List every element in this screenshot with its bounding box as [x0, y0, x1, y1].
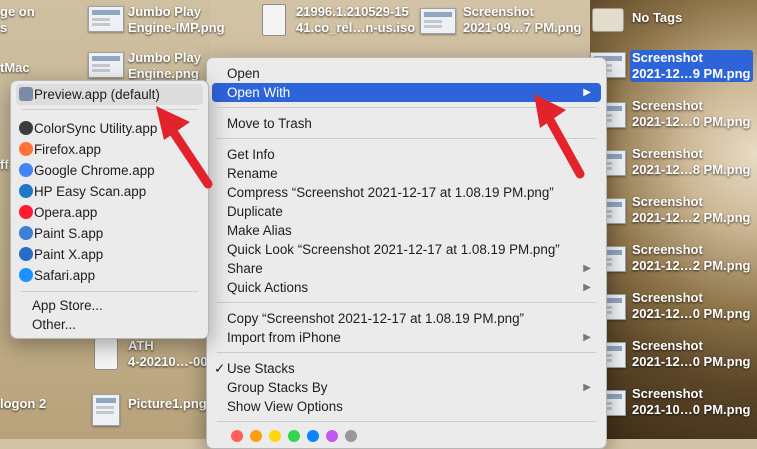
desktop-item-label[interactable]: No Tags: [632, 10, 682, 26]
submenu-item-app[interactable]: Safari.app: [16, 265, 203, 286]
desktop-item-label[interactable]: Screenshot 2021-09…7 PM.png: [463, 4, 582, 36]
desktop-item-label[interactable]: 21996.1.210529-15 41.co_rel…n-us.iso: [296, 4, 415, 36]
chevron-right-icon: ▶: [583, 382, 591, 393]
preview-icon: [19, 87, 33, 101]
app-label: Paint S.app: [34, 226, 104, 241]
desktop-item-label[interactable]: Jumbo Play Engine.png: [128, 50, 201, 82]
menu-item-copy[interactable]: Copy “Screenshot 2021-12-17 at 1.08.19 P…: [212, 309, 601, 328]
desktop-item-label[interactable]: Screenshot 2021-12…0 PM.png: [632, 290, 751, 322]
file-icon[interactable]: [94, 338, 118, 370]
chrome-icon: [19, 163, 33, 177]
menu-item-show-view-options[interactable]: Show View Options: [212, 397, 601, 416]
menu-item-open[interactable]: Open: [212, 64, 601, 83]
app-label: ColorSync Utility.app: [34, 121, 158, 136]
submenu-item-app[interactable]: Paint S.app: [16, 223, 203, 244]
file-thumbnail[interactable]: [92, 394, 120, 426]
menu-item-duplicate[interactable]: Duplicate: [212, 202, 601, 221]
menu-item-import-from-iphone[interactable]: Import from iPhone ▶: [212, 328, 601, 347]
annotation-arrow: [534, 94, 585, 179]
desktop-item-label[interactable]: ff: [0, 157, 9, 173]
chevron-right-icon: ▶: [583, 332, 591, 343]
tag-color-dot[interactable]: [288, 430, 300, 442]
desktop-item-label[interactable]: Screenshot 2021-12…2 PM.png: [632, 194, 751, 226]
tag-color-dot[interactable]: [307, 430, 319, 442]
opera-icon: [19, 205, 33, 219]
disk-image-icon[interactable]: [262, 4, 286, 36]
tag-color-dot[interactable]: [326, 430, 338, 442]
app-label: Google Chrome.app: [34, 163, 155, 178]
desktop-item-label[interactable]: Picture1.png: [128, 396, 207, 412]
menu-item-make-alias[interactable]: Make Alias: [212, 221, 601, 240]
hp-scan-icon: [19, 184, 33, 198]
tag-color-dot[interactable]: [231, 430, 243, 442]
desktop-item-label[interactable]: ge on s: [0, 4, 35, 36]
app-label: Safari.app: [34, 268, 96, 283]
annotation-arrow: [156, 106, 213, 189]
menu-separator: [217, 302, 596, 303]
colorsync-icon: [19, 121, 33, 135]
menu-separator: [217, 352, 596, 353]
folder-icon[interactable]: [592, 8, 624, 32]
desktop-item-label[interactable]: Screenshot 2021-12…0 PM.png: [632, 338, 751, 370]
tag-color-dot[interactable]: [269, 430, 281, 442]
file-thumbnail[interactable]: [88, 52, 124, 78]
firefox-icon: [19, 142, 33, 156]
desktop-item-label[interactable]: Screenshot 2021-10…0 PM.png: [632, 386, 751, 418]
chevron-right-icon: ▶: [583, 263, 591, 274]
menu-separator: [217, 421, 596, 422]
menu-item-share[interactable]: Share ▶: [212, 259, 601, 278]
chevron-right-icon: ▶: [583, 282, 591, 293]
submenu-item-app[interactable]: Paint X.app: [16, 244, 203, 265]
checkmark-icon: ✓: [214, 361, 226, 376]
menu-item-quick-actions[interactable]: Quick Actions ▶: [212, 278, 601, 297]
desktop-item-label[interactable]: ATH 4-20210…-00: [128, 338, 208, 370]
desktop-item-label[interactable]: Screenshot 2021-12…2 PM.png: [632, 242, 751, 274]
menu-item-group-stacks-by[interactable]: Group Stacks By ▶: [212, 378, 601, 397]
app-label: Firefox.app: [34, 142, 101, 157]
menu-item-quick-look[interactable]: Quick Look “Screenshot 2021-12-17 at 1.0…: [212, 240, 601, 259]
safari-icon: [19, 268, 33, 282]
submenu-item-other[interactable]: Other...: [16, 314, 203, 335]
app-label: Paint X.app: [34, 247, 104, 262]
desktop-item-label[interactable]: logon 2: [0, 396, 46, 412]
desktop-item-label[interactable]: Screenshot 2021-12…8 PM.png: [632, 146, 751, 178]
submenu-item-app-store[interactable]: App Store...: [16, 295, 203, 316]
desktop-item-label[interactable]: tMac: [0, 60, 30, 76]
menu-item-use-stacks[interactable]: ✓ Use Stacks: [212, 359, 601, 378]
desktop-item-label[interactable]: Jumbo Play Engine-IMP.png: [128, 4, 225, 36]
file-thumbnail[interactable]: [420, 8, 456, 34]
submenu-item-app[interactable]: Opera.app: [16, 202, 203, 223]
paint-s-icon: [19, 226, 33, 240]
paint-x-icon: [19, 247, 33, 261]
file-thumbnail[interactable]: [88, 6, 124, 32]
app-label: Opera.app: [34, 205, 98, 220]
menu-separator: [21, 291, 198, 292]
tag-color-dot[interactable]: [250, 430, 262, 442]
tag-color-dot[interactable]: [345, 430, 357, 442]
app-label: HP Easy Scan.app: [34, 184, 147, 199]
desktop-item-label[interactable]: Screenshot 2021-12…0 PM.png: [632, 98, 751, 130]
selected-file-label[interactable]: Screenshot 2021-12…9 PM.png: [630, 50, 753, 82]
